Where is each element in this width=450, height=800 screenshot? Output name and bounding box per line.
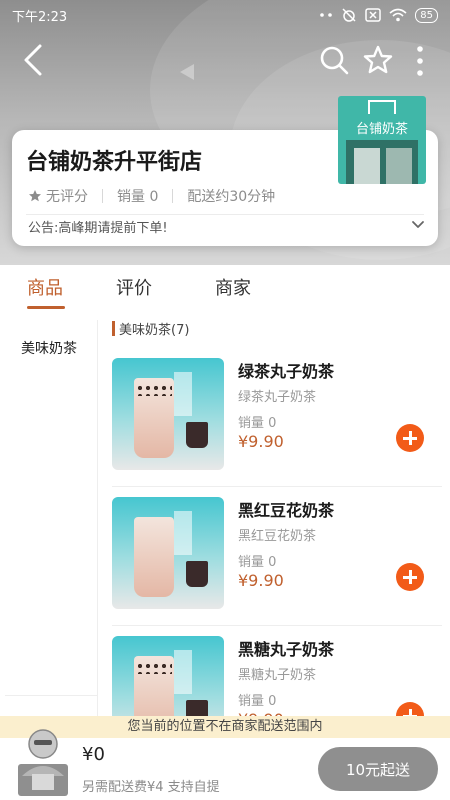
status-time: 下午2:23	[12, 9, 68, 25]
section-title: 美味奶茶(7)	[119, 322, 190, 338]
favorite-star-icon[interactable]	[362, 44, 394, 76]
back-arrow-icon[interactable]	[18, 42, 50, 78]
wifi-icon	[389, 8, 407, 22]
category-divider	[5, 695, 98, 696]
battery-indicator: 85	[415, 7, 438, 23]
more-options-icon[interactable]	[410, 44, 430, 78]
tab-bar: 商品 评价 商家	[0, 266, 450, 310]
storefront-window	[386, 148, 412, 184]
meta-divider	[172, 189, 174, 203]
product-image[interactable]	[112, 497, 224, 609]
product-item[interactable]: 黑红豆花奶茶 黑红豆花奶茶 销量 0 ¥9.90	[112, 497, 442, 626]
alarm-off-icon	[342, 8, 356, 22]
product-description: 黑红豆花奶茶	[238, 529, 317, 544]
category-item[interactable]: 美味奶茶	[0, 320, 98, 375]
dots-icon	[320, 13, 333, 17]
shop-sales: 销量 0	[117, 189, 159, 205]
section-accent-bar	[112, 320, 115, 336]
shop-notice[interactable]: 公告:高峰期请提前下单!	[28, 217, 168, 236]
product-description: 黑糖丸子奶茶	[238, 668, 317, 683]
add-to-cart-button[interactable]	[396, 563, 424, 591]
section-header: 美味奶茶(7)	[112, 318, 189, 338]
shop-meta: 无评分 销量 0 配送约30分钟	[28, 186, 275, 206]
search-icon[interactable]	[318, 44, 350, 76]
status-bar: 下午2:23 85	[0, 0, 450, 30]
category-sidebar: 美味奶茶	[0, 320, 98, 720]
product-item[interactable]: 绿茶丸子奶茶 绿茶丸子奶茶 销量 0 ¥9.90	[112, 358, 442, 487]
shop-logo-text: 台铺奶茶	[355, 122, 408, 137]
tab-merchant[interactable]: 商家	[215, 274, 251, 300]
card-divider	[26, 214, 424, 215]
tab-reviews[interactable]: 评价	[116, 274, 152, 300]
tab-products[interactable]: 商品	[27, 274, 63, 300]
cart-bar: ¥0 另需配送费¥4 支持自提 10元起送	[0, 729, 450, 800]
product-divider	[112, 625, 442, 626]
product-sales: 销量 0	[238, 694, 277, 709]
shop-name: 台铺奶茶升平街店	[26, 150, 203, 175]
product-name: 绿茶丸子奶茶	[238, 362, 335, 381]
product-sales: 销量 0	[238, 416, 277, 431]
product-price: ¥9.90	[238, 432, 284, 451]
product-description: 绿茶丸子奶茶	[238, 390, 317, 405]
storefront-door	[354, 148, 380, 184]
product-name: 黑糖丸子奶茶	[238, 640, 335, 659]
shop-delivery-time: 配送约30分钟	[187, 189, 276, 205]
shop-logo: 台铺奶茶	[338, 96, 426, 184]
active-tab-indicator	[27, 306, 65, 309]
chevron-down-icon[interactable]	[410, 216, 426, 232]
sim-off-icon	[365, 8, 382, 22]
product-image[interactable]	[112, 358, 224, 470]
product-name: 黑红豆花奶茶	[238, 501, 335, 520]
logo-roof-mark	[368, 100, 396, 114]
product-price: ¥9.90	[238, 571, 284, 590]
rating-star-icon	[29, 190, 41, 202]
product-sales: 销量 0	[238, 555, 277, 570]
product-divider	[112, 486, 442, 487]
min-order-button[interactable]: 10元起送	[318, 747, 438, 791]
meta-divider	[102, 189, 103, 203]
delivery-fee-note: 另需配送费¥4 支持自提	[82, 780, 220, 795]
cart-icon[interactable]	[12, 716, 74, 798]
cart-total: ¥0	[82, 744, 105, 765]
shop-rating: 无评分	[46, 189, 88, 205]
add-to-cart-button[interactable]	[396, 424, 424, 452]
